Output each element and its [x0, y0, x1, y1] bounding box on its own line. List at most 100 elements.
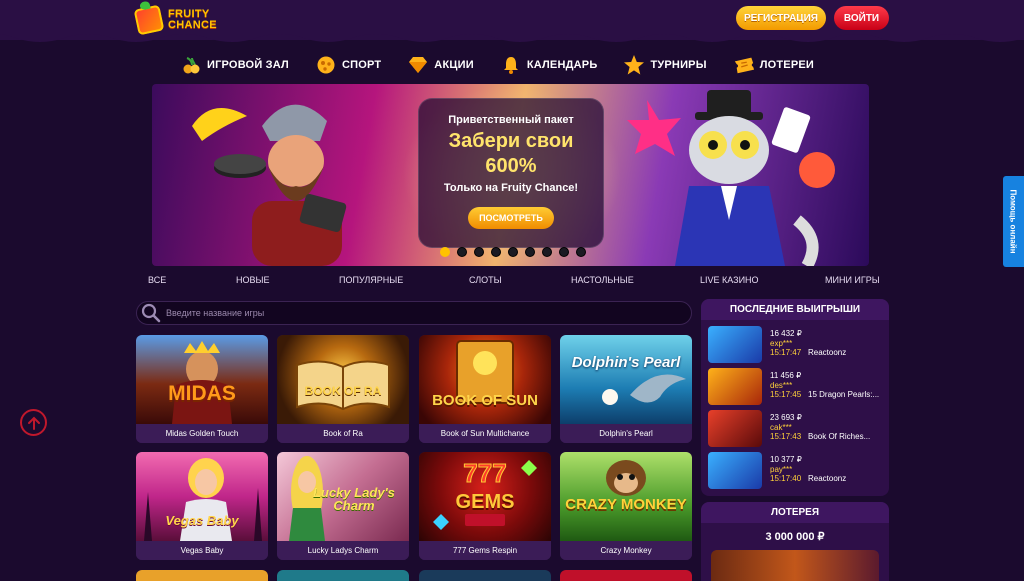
game-art-title: GEMS: [455, 491, 515, 513]
game-thumbnail: [708, 452, 762, 489]
main-nav: ИГРОВОЙ ЗАЛ СПОРТ АКЦИИ КАЛЕНДАРЬ ТУРНИР…: [180, 52, 850, 78]
lottery-amount: 3 000 000 ₽: [765, 531, 825, 543]
nav-item-sport[interactable]: СПОРТ: [315, 54, 381, 76]
game-art-title: BOOK OF RA: [304, 384, 382, 398]
game-category-tabs: ВСЕ НОВЫЕ ПОПУЛЯРНЫЕ СЛОТЫ НАСТОЛЬНЫЕ LI…: [136, 275, 888, 291]
game-card-partial[interactable]: [136, 570, 268, 581]
promo-title: Забери свои 600%: [448, 130, 574, 177]
win-time: 15:17:43: [770, 432, 802, 441]
nav-label: ТУРНИРЫ: [650, 59, 707, 71]
logo-wordmark: FRUITY CHANCE: [168, 9, 217, 31]
nav-item-calendar[interactable]: КАЛЕНДАРЬ: [500, 54, 598, 76]
category-new[interactable]: НОВЫЕ: [236, 275, 269, 285]
win-amount: 23 693 ₽: [770, 413, 802, 422]
game-title: Crazy Monkey: [560, 541, 692, 560]
slider-dot[interactable]: [559, 247, 569, 257]
scroll-to-top-button[interactable]: [20, 409, 47, 436]
game-art-title: Vegas Baby: [165, 513, 239, 528]
game-card-vegas-baby[interactable]: Vegas Baby Vegas Baby: [136, 452, 268, 560]
category-table[interactable]: НАСТОЛЬНЫЕ: [571, 275, 634, 285]
game-thumbnail: Vegas Baby: [136, 452, 268, 541]
game-card-midas-golden-touch[interactable]: MIDAS Midas Golden Touch: [136, 335, 268, 443]
win-game: Reactoonz: [808, 348, 847, 357]
win-row[interactable]: 16 432 ₽ exp*** 15:17:47 Reactoonz: [708, 326, 884, 364]
nav-label: СПОРТ: [341, 59, 382, 71]
game-title: 777 Gems Respin: [419, 541, 551, 560]
game-card-partial[interactable]: [419, 570, 551, 581]
category-live-casino[interactable]: LIVE КАЗИНО: [700, 275, 759, 285]
nav-label: АКЦИИ: [434, 59, 474, 71]
latest-wins-panel: ПОСЛЕДНИЕ ВЫИГРЫШИ 16 432 ₽ exp*** 15:17…: [701, 299, 889, 496]
register-button[interactable]: РЕГИСТРАЦИЯ: [736, 6, 826, 30]
nav-item-promotions[interactable]: АКЦИИ: [407, 54, 474, 76]
help-online-label: Помощь онлайн: [1009, 189, 1018, 254]
lottery-title: ЛОТЕРЕЯ: [701, 502, 889, 523]
slider-dot[interactable]: [440, 247, 450, 257]
game-thumbnail: Lucky Lady's Charm: [277, 452, 409, 541]
nav-label: ЛОТЕРЕИ: [759, 59, 815, 71]
game-card-book-of-sun[interactable]: BOOK OF SUN Book of Sun Multichance: [419, 335, 551, 443]
game-card-777-gems-respin[interactable]: 777 GEMS 777 Gems Respin: [419, 452, 551, 560]
game-thumbnail: CRAZY MONKEY: [560, 452, 692, 541]
promo-banner[interactable]: Приветственный пакет Забери свои 600% То…: [152, 84, 869, 266]
win-row[interactable]: 11 456 ₽ des*** 15:17:45 15 Dragon Pearl…: [708, 368, 884, 406]
category-mini-games[interactable]: МИНИ ИГРЫ: [825, 275, 880, 285]
nav-item-lotteries[interactable]: ЛОТЕРЕИ: [733, 54, 814, 76]
slider-dot[interactable]: [542, 247, 552, 257]
game-title: Dolphin's Pearl: [560, 424, 692, 443]
category-all[interactable]: ВСЕ: [148, 275, 166, 285]
slider-dot[interactable]: [457, 247, 467, 257]
win-row[interactable]: 10 377 ₽ pay*** 15:17:40 Reactoonz: [708, 452, 884, 490]
game-thumbnail: Dolphin's Pearl: [560, 335, 692, 424]
win-game: Reactoonz: [808, 474, 847, 483]
king-illustration: [172, 341, 232, 424]
nav-item-game-hall[interactable]: ИГРОВОЙ ЗАЛ: [180, 54, 289, 76]
slider-dot[interactable]: [508, 247, 518, 257]
win-time: 15:17:45: [770, 390, 802, 399]
win-game: 15 Dragon Pearls:...: [808, 390, 880, 399]
site-logo[interactable]: FRUITY CHANCE: [133, 4, 226, 36]
nav-item-tournaments[interactable]: ТУРНИРЫ: [623, 54, 707, 76]
game-title: Book of Ra: [277, 424, 409, 443]
nav-label: ИГРОВОЙ ЗАЛ: [207, 59, 289, 71]
promo-card: Приветственный пакет Забери свои 600% То…: [418, 98, 604, 248]
win-row[interactable]: 23 693 ₽ cak*** 15:17:43 Book Of Riches.…: [708, 410, 884, 448]
game-title: Book of Sun Multichance: [419, 424, 551, 443]
game-card-lucky-ladys-charm[interactable]: Lucky Lady's Charm Lucky Ladys Charm: [277, 452, 409, 560]
category-slots[interactable]: СЛОТЫ: [469, 275, 502, 285]
game-art-title: Lucky Lady's Charm: [313, 485, 395, 513]
game-title: Vegas Baby: [136, 541, 268, 560]
help-online-tab[interactable]: Помощь онлайн: [1003, 176, 1024, 267]
game-thumbnail: [708, 368, 762, 405]
slider-dot[interactable]: [474, 247, 484, 257]
win-time: 15:17:40: [770, 474, 802, 483]
game-thumbnail: [708, 410, 762, 447]
ball-icon: [315, 54, 337, 76]
sun-book-illustration: [456, 340, 514, 404]
cherry-icon: [180, 54, 202, 76]
game-card-dolphins-pearl[interactable]: Dolphin's Pearl Dolphin's Pearl: [560, 335, 692, 443]
game-card-partial[interactable]: [560, 570, 692, 581]
game-thumbnail: [708, 326, 762, 363]
lottery-panel[interactable]: ЛОТЕРЕЯ 3 000 000 ₽: [701, 502, 889, 581]
win-amount: 16 432 ₽: [770, 329, 802, 338]
win-user: cak***: [770, 423, 792, 432]
login-button[interactable]: ВОЙТИ: [834, 6, 889, 30]
slider-dot[interactable]: [576, 247, 586, 257]
category-popular[interactable]: ПОПУЛЯРНЫЕ: [339, 275, 403, 285]
game-search-bar: [136, 301, 692, 325]
slider-dot[interactable]: [491, 247, 501, 257]
game-thumbnail: BOOK OF RA: [277, 335, 409, 424]
game-card-book-of-ra[interactable]: BOOK OF RA Book of Ra: [277, 335, 409, 443]
game-card-crazy-monkey[interactable]: CRAZY MONKEY Crazy Monkey: [560, 452, 692, 560]
slider-dot[interactable]: [525, 247, 535, 257]
lemur-character-illustration: [627, 90, 835, 266]
view-promo-button[interactable]: ПОСМОТРЕТЬ: [468, 207, 554, 229]
game-art-title: MIDAS: [168, 382, 236, 405]
search-input[interactable]: [166, 308, 666, 318]
fruit-cube-logo-icon: [133, 4, 165, 36]
win-amount: 11 456 ₽: [770, 371, 802, 380]
game-card-partial[interactable]: [277, 570, 409, 581]
logo-line-2: CHANCE: [168, 19, 217, 31]
gnome-character-illustration: [192, 104, 347, 266]
